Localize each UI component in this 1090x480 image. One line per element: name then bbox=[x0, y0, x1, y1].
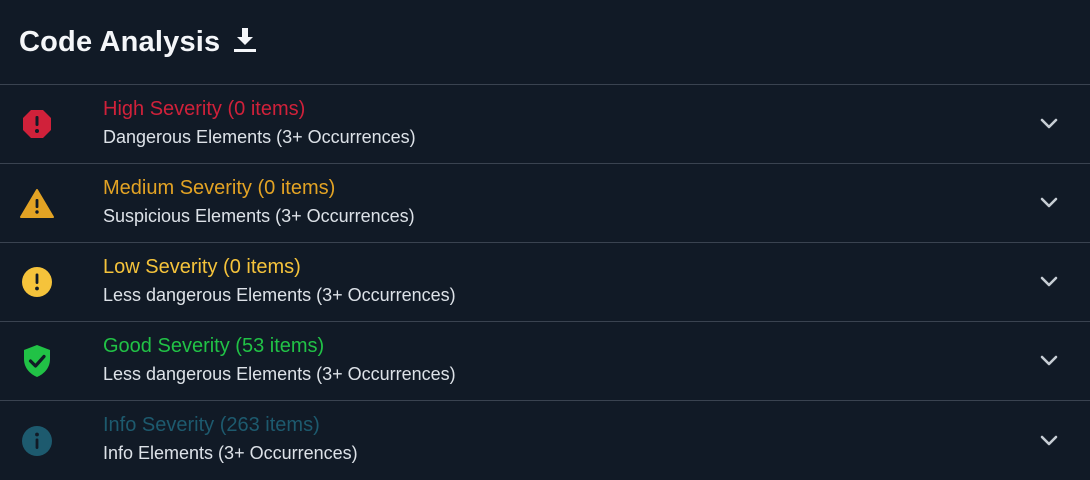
download-icon bbox=[234, 28, 257, 52]
info-circle-icon bbox=[19, 423, 55, 459]
severity-text: High Severity (0 items) Dangerous Elemen… bbox=[103, 97, 416, 148]
severity-text: Low Severity (0 items) Less dangerous El… bbox=[103, 255, 456, 306]
warning-triangle-icon bbox=[19, 185, 55, 221]
severity-row-info[interactable]: Info Severity (263 items) Info Elements … bbox=[0, 401, 1090, 480]
download-button[interactable] bbox=[232, 25, 258, 55]
severity-row-medium[interactable]: Medium Severity (0 items) Suspicious Ele… bbox=[0, 164, 1090, 243]
severity-row-high[interactable]: High Severity (0 items) Dangerous Elemen… bbox=[0, 85, 1090, 164]
chevron-down-icon[interactable] bbox=[1038, 192, 1060, 214]
chevron-down-icon[interactable] bbox=[1038, 430, 1060, 452]
severity-list: High Severity (0 items) Dangerous Elemen… bbox=[0, 85, 1090, 480]
octagon-alert-icon bbox=[19, 106, 55, 142]
severity-subtitle: Dangerous Elements (3+ Occurrences) bbox=[103, 127, 416, 147]
page-title: Code Analysis bbox=[19, 25, 221, 58]
severity-text: Medium Severity (0 items) Suspicious Ele… bbox=[103, 176, 415, 227]
severity-subtitle: Suspicious Elements (3+ Occurrences) bbox=[103, 206, 415, 226]
severity-title: Low Severity (0 items) bbox=[103, 256, 301, 278]
severity-title: Info Severity (263 items) bbox=[103, 414, 320, 436]
severity-title: Good Severity (53 items) bbox=[103, 335, 325, 357]
shield-check-icon bbox=[19, 343, 55, 379]
severity-title: Medium Severity (0 items) bbox=[103, 177, 336, 199]
severity-title: High Severity (0 items) bbox=[103, 98, 306, 120]
severity-subtitle: Info Elements (3+ Occurrences) bbox=[103, 443, 358, 463]
chevron-down-icon[interactable] bbox=[1038, 350, 1060, 372]
severity-text: Good Severity (53 items) Less dangerous … bbox=[103, 334, 456, 385]
chevron-down-icon[interactable] bbox=[1038, 271, 1060, 293]
severity-subtitle: Less dangerous Elements (3+ Occurrences) bbox=[103, 285, 456, 305]
severity-row-low[interactable]: Low Severity (0 items) Less dangerous El… bbox=[0, 243, 1090, 322]
severity-subtitle: Less dangerous Elements (3+ Occurrences) bbox=[103, 364, 456, 384]
exclamation-circle-icon bbox=[19, 264, 55, 300]
chevron-down-icon[interactable] bbox=[1038, 113, 1060, 135]
page-header: Code Analysis bbox=[0, 0, 1090, 85]
severity-row-good[interactable]: Good Severity (53 items) Less dangerous … bbox=[0, 322, 1090, 401]
severity-text: Info Severity (263 items) Info Elements … bbox=[103, 413, 358, 464]
